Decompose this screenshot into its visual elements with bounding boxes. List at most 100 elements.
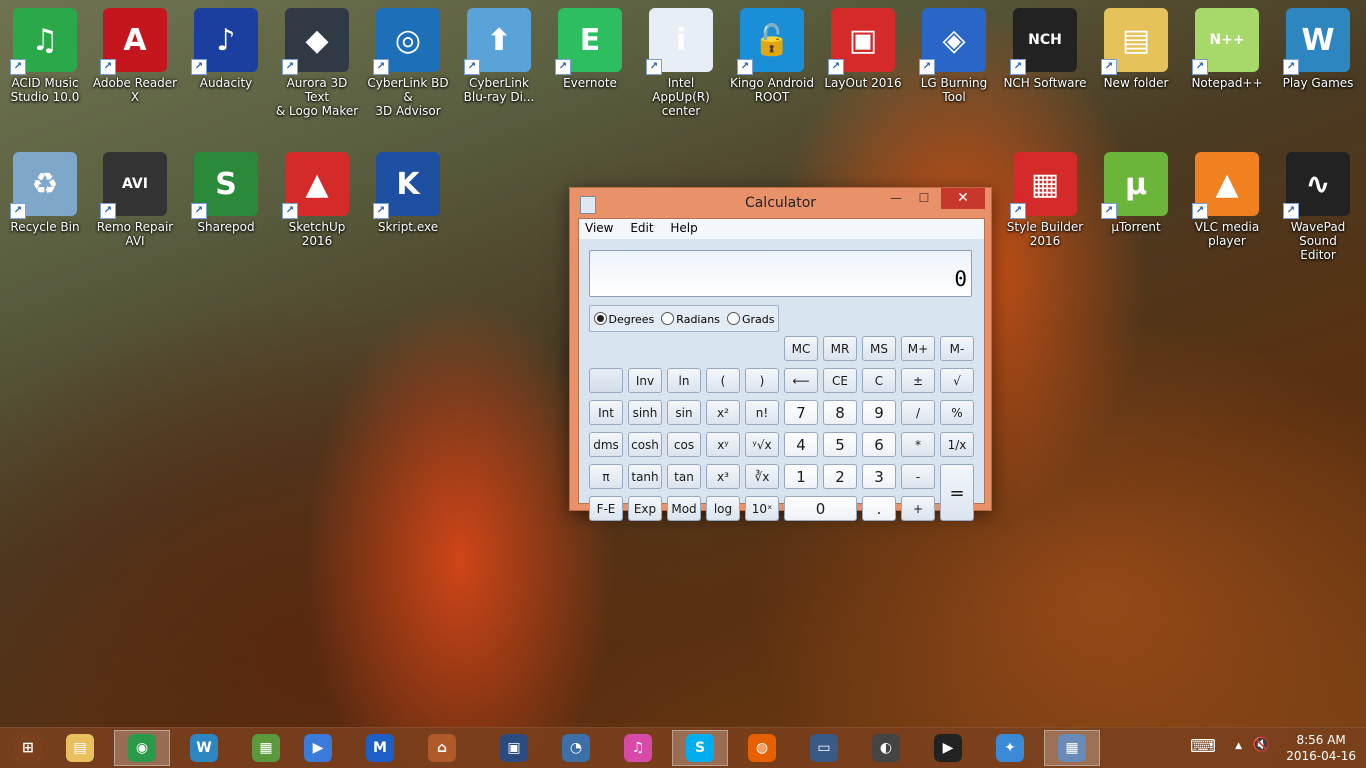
taskbar-item[interactable]: ▣ [486, 730, 542, 766]
key-button[interactable]: - [901, 464, 935, 489]
desktop-shortcut[interactable]: K ↗ Skript.exe [365, 152, 451, 234]
taskbar-item[interactable]: ◐ [858, 730, 914, 766]
desktop-shortcut[interactable]: ♫ ↗ ACID Music Studio 10.0 [2, 8, 88, 104]
calculator-window[interactable]: Calculator — ☐ ✕ View Edit Help 0 Degree… [569, 187, 992, 521]
taskbar-item[interactable]: ▦ [238, 730, 294, 766]
key-button[interactable]: ʸ√x [745, 432, 779, 457]
clock[interactable]: 8:56 AM 2016-04-16 [1286, 732, 1356, 764]
desktop-shortcut[interactable]: ▤ ↗ New folder [1093, 8, 1179, 90]
key-button[interactable]: 9 [862, 400, 896, 425]
taskbar-item[interactable]: ▶ [290, 730, 346, 766]
desktop-shortcut[interactable]: ∿ ↗ WavePad Sound Editor [1275, 152, 1361, 262]
key-button[interactable]: Mod [667, 496, 701, 521]
key-button[interactable]: F-E [589, 496, 623, 521]
key-button[interactable]: 4 [784, 432, 818, 457]
key-button[interactable]: dms [589, 432, 623, 457]
desktop-shortcut[interactable]: ▦ ↗ Style Builder 2016 [1002, 152, 1088, 248]
taskbar-item[interactable]: ▤ [52, 730, 108, 766]
desktop-shortcut[interactable]: ▲ ↗ SketchUp 2016 [274, 152, 360, 248]
key-button[interactable]: √ [940, 368, 974, 393]
desktop-shortcut[interactable]: µ ↗ µTorrent [1093, 152, 1179, 234]
maximize-button[interactable]: ☐ [911, 188, 937, 209]
key-button[interactable]: MS [862, 336, 896, 361]
desktop-shortcut[interactable]: ▣ ↗ LayOut 2016 [820, 8, 906, 90]
key-button[interactable]: 10ˣ [745, 496, 779, 521]
key-button[interactable]: ) [745, 368, 779, 393]
key-button[interactable]: 1 [784, 464, 818, 489]
key-button[interactable]: sinh [628, 400, 662, 425]
key-button[interactable]: cosh [628, 432, 662, 457]
key-button[interactable]: 8 [823, 400, 857, 425]
desktop-shortcut[interactable]: E ↗ Evernote [547, 8, 633, 90]
taskbar-item[interactable]: M [352, 730, 408, 766]
volume-muted-icon[interactable]: 🔇 [1253, 737, 1270, 753]
menu-help[interactable]: Help [664, 219, 704, 235]
radians-radio[interactable]: Radians [661, 311, 720, 326]
key-button[interactable]: x³ [706, 464, 740, 489]
desktop-shortcut[interactable]: ♪ ↗ Audacity [183, 8, 269, 90]
key-button[interactable]: 0 [784, 496, 857, 521]
key-button[interactable]: ∛x [745, 464, 779, 489]
key-button[interactable]: π [589, 464, 623, 489]
desktop-shortcut[interactable]: ◆ ↗ Aurora 3D Text & Logo Maker [274, 8, 360, 118]
minimize-button[interactable]: — [883, 188, 909, 209]
desktop-shortcut[interactable]: S ↗ Sharepod [183, 152, 269, 234]
key-button[interactable]: CE [823, 368, 857, 393]
desktop-shortcut[interactable]: A ↗ Adobe Reader X [92, 8, 178, 104]
taskbar-item[interactable]: ⌂ [414, 730, 470, 766]
taskbar-item[interactable]: ⊞ [0, 730, 56, 766]
desktop-shortcut[interactable]: ◎ ↗ CyberLink BD & 3D Advisor [365, 8, 451, 118]
key-button[interactable]: 2 [823, 464, 857, 489]
taskbar-item[interactable]: ♫ [610, 730, 666, 766]
key-button[interactable]: ⟵ [784, 368, 818, 393]
taskbar-item[interactable]: ▶ [920, 730, 976, 766]
key-button[interactable]: C [862, 368, 896, 393]
key-button[interactable]: 6 [862, 432, 896, 457]
keyboard-icon[interactable]: ⌨ [1190, 736, 1216, 757]
key-button[interactable]: 5 [823, 432, 857, 457]
taskbar-item[interactable]: ◔ [548, 730, 604, 766]
key-button[interactable]: * [901, 432, 935, 457]
key-button[interactable]: cos [667, 432, 701, 457]
key-button[interactable]: 1/x [940, 432, 974, 457]
menu-edit[interactable]: Edit [624, 219, 660, 235]
desktop-shortcut[interactable]: N++ ↗ Notepad++ [1184, 8, 1270, 90]
key-button[interactable]: ± [901, 368, 935, 393]
key-button[interactable]: = [940, 464, 974, 521]
desktop-shortcut[interactable]: ♻ ↗ Recycle Bin [2, 152, 88, 234]
key-button[interactable]: % [940, 400, 974, 425]
taskbar-item[interactable]: S [672, 730, 728, 766]
desktop-shortcut[interactable]: ◈ ↗ LG Burning Tool [911, 8, 997, 104]
key-button[interactable]: ln [667, 368, 701, 393]
taskbar-item[interactable]: ✦ [982, 730, 1038, 766]
taskbar-item[interactable]: ▦ [1044, 730, 1100, 766]
desktop-shortcut[interactable]: AVI ↗ Remo Repair AVI [92, 152, 178, 248]
desktop-shortcut[interactable]: 🔓 ↗ Kingo Android ROOT [729, 8, 815, 104]
key-button[interactable]: 3 [862, 464, 896, 489]
taskbar-item[interactable]: ▭ [796, 730, 852, 766]
key-button[interactable]: log [706, 496, 740, 521]
menu-view[interactable]: View [579, 219, 620, 235]
degrees-radio[interactable]: Degrees [593, 311, 654, 326]
key-button[interactable]: MC [784, 336, 818, 361]
key-button[interactable]: xʸ [706, 432, 740, 457]
key-blank[interactable] [589, 368, 623, 393]
desktop-shortcut[interactable]: ⬆ ↗ CyberLink Blu-ray Di... [456, 8, 542, 104]
taskbar-item[interactable]: ◍ [734, 730, 790, 766]
key-button[interactable]: ( [706, 368, 740, 393]
tray-chevron-icon[interactable]: ▲ [1235, 741, 1242, 751]
key-button[interactable]: 7 [784, 400, 818, 425]
key-button[interactable]: tan [667, 464, 701, 489]
key-button[interactable]: x² [706, 400, 740, 425]
key-button[interactable]: Inv [628, 368, 662, 393]
desktop-shortcut[interactable]: NCH ↗ NCH Software [1002, 8, 1088, 90]
key-button[interactable]: tanh [628, 464, 662, 489]
key-button[interactable]: sin [667, 400, 701, 425]
taskbar-item[interactable]: ◉ [114, 730, 170, 766]
desktop-shortcut[interactable]: ▲ ↗ VLC media player [1184, 152, 1270, 248]
key-button[interactable]: Exp [628, 496, 662, 521]
calculator-titlebar[interactable]: Calculator — ☐ ✕ [570, 188, 991, 218]
key-button[interactable]: . [862, 496, 896, 521]
close-button[interactable]: ✕ [941, 188, 985, 209]
key-button[interactable]: M+ [901, 336, 935, 361]
